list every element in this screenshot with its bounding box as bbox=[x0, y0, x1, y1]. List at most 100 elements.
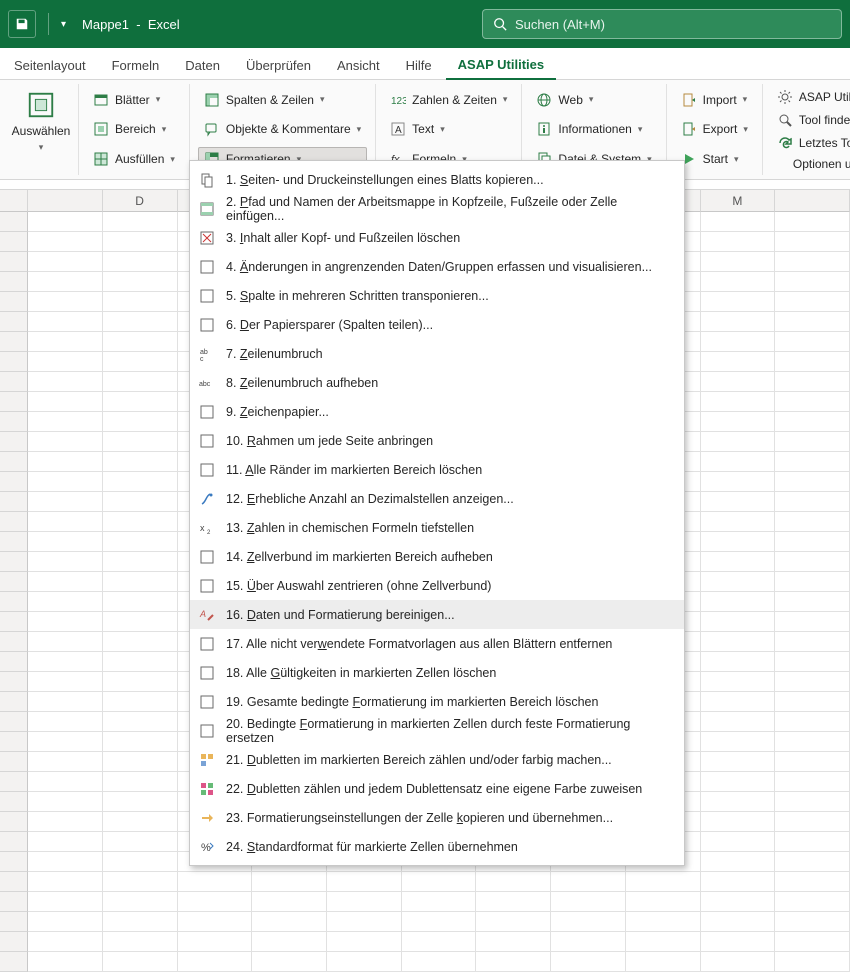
cell[interactable] bbox=[701, 732, 776, 752]
cell[interactable] bbox=[103, 552, 178, 572]
row-header[interactable] bbox=[0, 832, 28, 852]
cell[interactable] bbox=[103, 732, 178, 752]
row-header[interactable] bbox=[0, 552, 28, 572]
cell[interactable] bbox=[252, 872, 327, 892]
cell[interactable] bbox=[103, 312, 178, 332]
cell[interactable] bbox=[103, 832, 178, 852]
menu-item-1[interactable]: 1. Seiten- und Druckeinstellungen eines … bbox=[190, 165, 684, 194]
tab-view[interactable]: Ansicht bbox=[325, 52, 392, 79]
cell[interactable] bbox=[252, 892, 327, 912]
cell[interactable] bbox=[701, 532, 776, 552]
cell[interactable] bbox=[28, 532, 103, 552]
cell[interactable] bbox=[701, 692, 776, 712]
row-header[interactable] bbox=[0, 232, 28, 252]
cell[interactable] bbox=[626, 892, 701, 912]
cell[interactable] bbox=[28, 392, 103, 412]
cell[interactable] bbox=[103, 272, 178, 292]
cell[interactable] bbox=[103, 692, 178, 712]
cell[interactable] bbox=[28, 952, 103, 972]
cell[interactable] bbox=[775, 532, 850, 552]
cell[interactable] bbox=[551, 912, 626, 932]
cell[interactable] bbox=[402, 952, 477, 972]
cell[interactable] bbox=[775, 292, 850, 312]
cell[interactable] bbox=[775, 372, 850, 392]
save-button[interactable] bbox=[8, 10, 36, 38]
web-button[interactable]: Web▾ bbox=[530, 88, 657, 112]
cell[interactable] bbox=[476, 952, 551, 972]
row-header[interactable] bbox=[0, 632, 28, 652]
options-and-button[interactable]: Optionen und Ein bbox=[771, 155, 850, 173]
fill-button[interactable]: Ausfüllen▾ bbox=[87, 147, 181, 171]
cell[interactable] bbox=[701, 372, 776, 392]
row-header[interactable] bbox=[0, 752, 28, 772]
cell[interactable] bbox=[775, 932, 850, 952]
menu-item-14[interactable]: 14. Zellverbund im markierten Bereich au… bbox=[190, 542, 684, 571]
tab-pagelayout[interactable]: Seitenlayout bbox=[2, 52, 98, 79]
cell[interactable] bbox=[103, 372, 178, 392]
row-header[interactable] bbox=[0, 412, 28, 432]
row-header[interactable] bbox=[0, 932, 28, 952]
cell[interactable] bbox=[701, 592, 776, 612]
cell[interactable] bbox=[103, 472, 178, 492]
cell[interactable] bbox=[103, 652, 178, 672]
cell[interactable] bbox=[327, 892, 402, 912]
cell[interactable] bbox=[327, 952, 402, 972]
cell[interactable] bbox=[252, 932, 327, 952]
menu-item-12[interactable]: 12. Erhebliche Anzahl an Dezimalstellen … bbox=[190, 484, 684, 513]
cell[interactable] bbox=[775, 332, 850, 352]
cell[interactable] bbox=[402, 912, 477, 932]
cell[interactable] bbox=[775, 792, 850, 812]
cell[interactable] bbox=[775, 512, 850, 532]
import-button[interactable]: Import▾ bbox=[675, 88, 754, 112]
cell[interactable] bbox=[701, 332, 776, 352]
row-header[interactable] bbox=[0, 592, 28, 612]
cell[interactable] bbox=[701, 212, 776, 232]
cell[interactable] bbox=[28, 572, 103, 592]
cell[interactable] bbox=[775, 472, 850, 492]
cell[interactable] bbox=[103, 492, 178, 512]
cell[interactable] bbox=[327, 932, 402, 952]
cell[interactable] bbox=[701, 612, 776, 632]
cell[interactable] bbox=[775, 252, 850, 272]
cell[interactable] bbox=[701, 392, 776, 412]
cell[interactable] bbox=[28, 612, 103, 632]
cell[interactable] bbox=[775, 452, 850, 472]
cell[interactable] bbox=[701, 512, 776, 532]
cell[interactable] bbox=[701, 872, 776, 892]
menu-item-3[interactable]: 3. Inhalt aller Kopf- und Fußzeilen lösc… bbox=[190, 223, 684, 252]
cell[interactable] bbox=[103, 392, 178, 412]
cell[interactable] bbox=[178, 932, 253, 952]
cell[interactable] bbox=[28, 712, 103, 732]
menu-item-23[interactable]: 23. Formatierungseinstellungen der Zelle… bbox=[190, 803, 684, 832]
tab-formulas[interactable]: Formeln bbox=[100, 52, 172, 79]
cell[interactable] bbox=[701, 832, 776, 852]
cell[interactable] bbox=[103, 912, 178, 932]
cell[interactable] bbox=[28, 512, 103, 532]
cell[interactable] bbox=[775, 432, 850, 452]
cell[interactable] bbox=[701, 632, 776, 652]
row-header[interactable] bbox=[0, 532, 28, 552]
cell[interactable] bbox=[103, 612, 178, 632]
cell[interactable] bbox=[28, 592, 103, 612]
columns-rows-button[interactable]: Spalten & Zeilen▾ bbox=[198, 88, 367, 112]
cell[interactable] bbox=[551, 872, 626, 892]
cell[interactable] bbox=[103, 572, 178, 592]
cell[interactable] bbox=[103, 932, 178, 952]
cell[interactable] bbox=[103, 252, 178, 272]
select-all-corner[interactable] bbox=[0, 190, 28, 212]
cell[interactable] bbox=[28, 332, 103, 352]
cell[interactable] bbox=[103, 852, 178, 872]
cell[interactable] bbox=[103, 592, 178, 612]
cell[interactable] bbox=[252, 912, 327, 932]
cell[interactable] bbox=[775, 412, 850, 432]
cell[interactable] bbox=[701, 912, 776, 932]
row-header[interactable] bbox=[0, 432, 28, 452]
cell[interactable] bbox=[476, 932, 551, 952]
cell[interactable] bbox=[103, 512, 178, 532]
cell[interactable] bbox=[701, 672, 776, 692]
cell[interactable] bbox=[701, 772, 776, 792]
cell[interactable] bbox=[103, 352, 178, 372]
menu-item-9[interactable]: 9. Zeichenpapier... bbox=[190, 397, 684, 426]
menu-item-16[interactable]: A16. Daten und Formatierung bereinigen..… bbox=[190, 600, 684, 629]
cell[interactable] bbox=[103, 752, 178, 772]
